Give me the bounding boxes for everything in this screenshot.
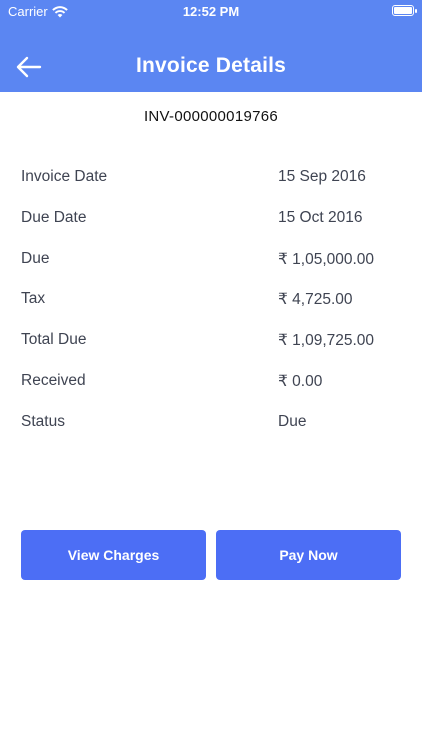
app-header: Carrier 12:52 PM Invoice Details bbox=[0, 0, 422, 92]
detail-label: Total Due bbox=[21, 331, 87, 349]
detail-row-total-due: Total Due ₹ 1,09,725.00 bbox=[21, 331, 401, 372]
status-time: 12:52 PM bbox=[182, 4, 240, 19]
detail-label: Status bbox=[21, 412, 65, 430]
detail-value: ₹ 1,09,725.00 bbox=[278, 332, 375, 350]
detail-row-due: Due ₹ 1,05,000.00 bbox=[21, 250, 401, 291]
detail-row-status: Status Due bbox=[21, 413, 401, 454]
detail-value: ₹ 0.00 bbox=[278, 372, 323, 390]
battery-icon bbox=[392, 5, 417, 16]
detail-value: ₹ 4,725.00 bbox=[278, 291, 353, 309]
pay-now-button[interactable]: Pay Now bbox=[216, 530, 401, 580]
detail-value: 15 Oct 2016 bbox=[278, 208, 363, 226]
detail-row-received: Received ₹ 0.00 bbox=[21, 372, 401, 413]
detail-label: Due bbox=[21, 249, 50, 267]
detail-label: Tax bbox=[21, 290, 46, 308]
detail-row-tax: Tax ₹ 4,725.00 bbox=[21, 290, 401, 331]
detail-value: 15 Sep 2016 bbox=[278, 168, 366, 185]
detail-value: ₹ 1,05,000.00 bbox=[278, 250, 375, 268]
view-charges-button[interactable]: View Charges bbox=[21, 530, 206, 580]
detail-label: Invoice Date bbox=[21, 168, 108, 185]
page-title: Invoice Details bbox=[135, 54, 287, 77]
invoice-number: INV-000000019766 bbox=[143, 108, 279, 125]
detail-value: Due bbox=[278, 412, 307, 430]
detail-label: Due Date bbox=[21, 208, 87, 226]
detail-row-due-date: Due Date 15 Oct 2016 bbox=[21, 209, 401, 250]
status-bar: Carrier 12:52 PM bbox=[0, 0, 422, 22]
detail-row-invoice-date: Invoice Date 15 Sep 2016 bbox=[21, 168, 401, 209]
detail-label: Received bbox=[21, 371, 86, 389]
invoice-details-list: Invoice Date 15 Sep 2016 Due Date 15 Oct… bbox=[21, 168, 401, 454]
